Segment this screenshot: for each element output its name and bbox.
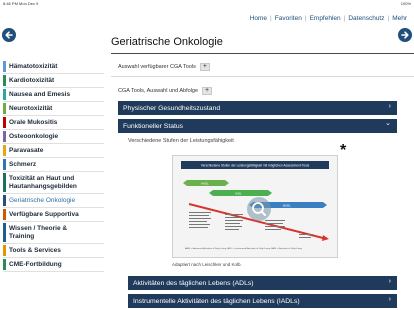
status-time: 8:46 PM Mon Dec 9: [3, 1, 39, 6]
sidebar-item-label: Schmerz: [9, 161, 37, 168]
sidebar: Hämatotoxizität Kardiotoxizität Nausea a…: [3, 60, 104, 272]
sidebar-item-label: Tools & Services: [9, 247, 61, 254]
iadl-arrow: [213, 190, 272, 196]
sidebar-item-label: CME-Fortbildung: [9, 261, 62, 268]
chevron-right-icon: ›: [388, 278, 391, 285]
sidebar-item-tools-services[interactable]: Tools & Services: [3, 244, 104, 258]
sidebar-item-paravasate[interactable]: Paravasate: [3, 144, 104, 158]
cga-tools-label: Auswahl verfügbarer CGA Tools: [118, 64, 196, 70]
sidebar-item-haut-toxizitaet[interactable]: Toxizität an Haut und Hautanhangsgebilde…: [3, 172, 104, 194]
sidebar-item-label: Paravasate: [9, 147, 44, 154]
category-color-bar: [3, 173, 6, 192]
sidebar-item-neurotoxizitaet[interactable]: Neurotoxizität: [3, 102, 104, 116]
sidebar-item-osteoonkologie[interactable]: Osteoonkologie: [3, 130, 104, 144]
sidebar-item-label: Hämatotoxizität: [9, 63, 58, 70]
zoom-button[interactable]: [247, 197, 271, 221]
iadl-label: IADL: [235, 192, 242, 196]
accordion-adls[interactable]: Aktivitäten des täglichen Lebens (ADLs) …: [128, 276, 397, 290]
sidebar-item-label: Nausea and Emesis: [9, 91, 71, 98]
sidebar-item-label: Neurotoxizität: [9, 105, 53, 112]
sidebar-item-nausea-emesis[interactable]: Nausea and Emesis: [3, 88, 104, 102]
nav-recommend[interactable]: Empfehlen: [307, 15, 344, 22]
nav-home[interactable]: Home: [247, 15, 270, 22]
asterisk-note: *: [340, 142, 347, 159]
category-color-bar: [3, 103, 6, 114]
status-bar: 8:46 PM Mon Dec 9 100%: [0, 0, 414, 7]
sidebar-item-geriatrische-onkologie[interactable]: Geriatrische Onkologie: [3, 194, 104, 208]
accordion-label: Funktioneller Status: [123, 122, 184, 130]
status-battery: 100%: [400, 1, 411, 6]
accordion-label: Instrumentelle Aktivitäten des täglichen…: [133, 297, 300, 305]
figure-footnote: AADL = Advanced Activities of Daily Livi…: [185, 247, 303, 250]
category-color-bar: [3, 131, 6, 142]
accordion-iadls[interactable]: Instrumentelle Aktivitäten des täglichen…: [128, 294, 397, 308]
nav-favorites[interactable]: Favoriten: [272, 15, 305, 22]
magnifier-icon: [252, 202, 266, 216]
category-color-bar: [3, 117, 6, 128]
cga-sequence-row: CGA Tools, Auswahl und Abfolge +: [118, 87, 213, 95]
row-divider: [111, 76, 414, 77]
category-color-bar: [3, 223, 6, 242]
category-color-bar: [3, 61, 6, 72]
sidebar-item-kardiotoxizitaet[interactable]: Kardiotoxizität: [3, 74, 104, 88]
accordion-label: Physischer Gesundheitszustand: [123, 104, 221, 112]
category-color-bar: [3, 259, 6, 270]
category-color-bar: [3, 89, 6, 100]
cga-tools-row: Auswahl verfügbarer CGA Tools +: [118, 63, 210, 71]
chevron-right-icon: ›: [388, 103, 391, 110]
category-color-bar: [3, 209, 6, 220]
iadl-arrow-tip: [209, 190, 213, 196]
expand-cga-sequence-button[interactable]: +: [202, 87, 213, 95]
sidebar-item-cme[interactable]: CME-Fortbildung: [3, 258, 104, 272]
aadl-label: AADL: [201, 182, 209, 186]
nav-more[interactable]: Mehr: [389, 15, 410, 22]
sidebar-item-haematotoxizitaet[interactable]: Hämatotoxizität: [3, 60, 104, 74]
category-color-bar: [3, 145, 6, 156]
back-button[interactable]: [2, 28, 16, 42]
aadl-arrow-tip: [183, 180, 187, 186]
accordion-physischer-gesundheitszustand[interactable]: Physischer Gesundheitszustand ›: [118, 101, 397, 115]
sidebar-item-wissen-training[interactable]: Wissen / Theorie & Training: [3, 222, 104, 244]
sidebar-item-schmerz[interactable]: Schmerz: [3, 158, 104, 172]
arrow-left-icon: [5, 31, 13, 39]
figure-title: Verschiedene Stufen der Leistungsfähigke…: [201, 164, 310, 168]
sidebar-item-supportiva[interactable]: Verfügbare Supportiva: [3, 208, 104, 222]
top-nav: Home | Favoriten | Empfehlen | Datenschu…: [247, 12, 410, 24]
category-color-bar: [3, 75, 6, 86]
section-description: Verschiedene Stufen der Leistungsfähigke…: [128, 138, 234, 144]
sidebar-item-label: Wissen / Theorie & Training: [9, 224, 68, 240]
sidebar-item-label: Geriatrische Onkologie: [9, 197, 76, 204]
expand-cga-tools-button[interactable]: +: [199, 63, 210, 71]
chevron-down-icon: ⌄: [385, 120, 391, 127]
sidebar-item-label: Kardiotoxizität: [9, 77, 55, 84]
category-color-bar: [3, 159, 6, 170]
main-content: Geriatrische Onkologie: [111, 36, 411, 51]
sidebar-item-label: Verfügbare Supportiva: [9, 211, 79, 218]
sidebar-item-label: Orale Mukositis: [9, 119, 58, 126]
figure-caption: Adaptiert nach Leischker und Kolb.: [172, 262, 242, 267]
sidebar-item-orale-mukositis[interactable]: Orale Mukositis: [3, 116, 104, 130]
accordion-funktioneller-status[interactable]: Funktioneller Status ⌄: [118, 119, 397, 133]
chevron-right-icon: ›: [388, 296, 391, 303]
page-title: Geriatrische Onkologie: [111, 36, 223, 48]
accordion-label: Aktivitäten des täglichen Lebens (ADLs): [133, 279, 254, 287]
sidebar-item-label: Toxizität an Haut und Hautanhangsgebilde…: [9, 174, 77, 190]
title-divider: [111, 53, 414, 54]
category-color-bar: [3, 245, 6, 256]
sidebar-item-label: Osteoonkologie: [9, 133, 59, 140]
nav-privacy[interactable]: Datenschutz: [345, 15, 387, 22]
category-color-bar: [3, 195, 6, 206]
badl-label: BADL: [283, 204, 291, 208]
cga-sequence-label: CGA Tools, Auswahl und Abfolge: [118, 88, 199, 94]
decline-arrow-head: [322, 235, 329, 241]
